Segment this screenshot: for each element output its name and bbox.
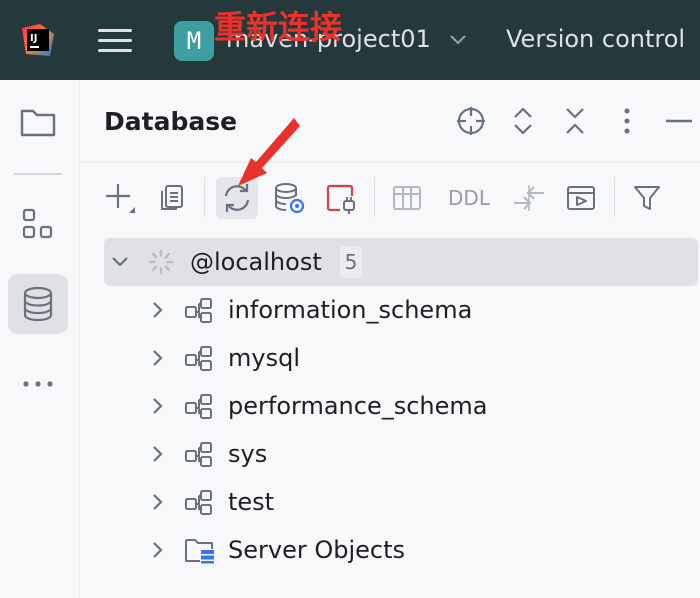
logo-text: IJ <box>30 33 37 44</box>
properties-button[interactable] <box>151 177 193 219</box>
chevron-right-icon[interactable] <box>148 444 168 464</box>
toolbar-separator <box>374 177 375 217</box>
tree-item-sys[interactable]: sys <box>104 430 698 478</box>
schema-icon <box>185 346 212 371</box>
chevron-down-icon[interactable] <box>110 252 130 272</box>
disconnect-button[interactable] <box>320 177 362 219</box>
datasource-settings-button[interactable] <box>268 177 310 219</box>
chevron-right-icon[interactable] <box>148 300 168 320</box>
tree-root-localhost[interactable]: @localhost 5 <box>104 238 698 286</box>
schema-icon <box>185 394 212 419</box>
database-settings-icon <box>275 183 305 214</box>
loading-spinner-icon <box>148 249 174 275</box>
child-count-badge: 5 <box>340 246 362 278</box>
chevron-right-icon[interactable] <box>148 348 168 368</box>
table-editor-button[interactable] <box>386 177 428 219</box>
folder-icon <box>20 109 56 137</box>
copy-properties-icon <box>161 185 183 210</box>
schema-icon <box>185 490 212 515</box>
collapse-all-button[interactable] <box>558 104 592 138</box>
tree-item-server-objects[interactable]: Server Objects <box>104 526 698 574</box>
tree-item-information-schema[interactable]: information_schema <box>104 286 698 334</box>
tree-root-label: @localhost <box>190 248 322 276</box>
locate-button[interactable] <box>454 104 488 138</box>
chevron-down-icon[interactable] <box>449 33 467 47</box>
compare-button[interactable] <box>508 177 550 219</box>
toolbar-separator <box>614 177 615 217</box>
schema-icon <box>185 442 212 467</box>
version-control-menu[interactable]: Version control <box>506 25 685 53</box>
collapse-all-icon <box>566 108 584 134</box>
filter-icon <box>634 186 660 210</box>
tree-item-label: sys <box>228 440 268 468</box>
chevron-right-icon[interactable] <box>148 492 168 512</box>
server-objects-folder-icon <box>185 539 214 564</box>
chevron-right-icon[interactable] <box>148 540 168 560</box>
plus-dropdown-icon <box>106 184 135 213</box>
project-badge[interactable]: M <box>174 21 214 61</box>
minimize-icon <box>666 119 692 123</box>
tree-item-label: performance_schema <box>228 392 488 420</box>
tree-item-label: Server Objects <box>228 536 405 564</box>
compare-arrows-icon <box>514 185 544 211</box>
structure-tool-button[interactable] <box>8 194 68 254</box>
refresh-icon <box>224 184 250 212</box>
tool-window-sidebar <box>0 80 80 598</box>
header-divider <box>80 162 700 163</box>
project-tool-button[interactable] <box>8 92 68 152</box>
ddl-label: DDL <box>448 186 490 210</box>
intellij-logo-icon[interactable]: IJ <box>20 22 56 58</box>
expand-all-icon <box>514 107 532 135</box>
console-icon <box>567 186 595 210</box>
refresh-button[interactable] <box>216 177 258 219</box>
tree-item-label: mysql <box>228 344 300 372</box>
annotation-text: 重新连接 <box>214 8 343 46</box>
disconnect-plug-icon <box>326 184 355 214</box>
more-vertical-icon <box>624 108 630 134</box>
expand-all-button[interactable] <box>506 104 540 138</box>
more-horizontal-icon <box>23 381 53 387</box>
tree-item-mysql[interactable]: mysql <box>104 334 698 382</box>
new-datasource-button[interactable] <box>99 177 141 219</box>
schema-icon <box>185 298 212 323</box>
tree-item-label: test <box>228 488 275 516</box>
structure-icon <box>22 208 53 239</box>
tree-item-label: information_schema <box>228 296 473 324</box>
filter-button[interactable] <box>626 177 668 219</box>
crosshair-icon <box>457 107 485 135</box>
sidebar-separator <box>14 173 62 175</box>
more-tools-button[interactable] <box>8 354 68 414</box>
table-grid-icon <box>393 186 421 210</box>
database-tool-button[interactable] <box>8 274 68 334</box>
main-menu-button[interactable] <box>98 26 134 56</box>
options-menu-button[interactable] <box>610 104 644 138</box>
hide-panel-button[interactable] <box>662 104 696 138</box>
panel-title: Database <box>104 107 238 136</box>
toolbar-separator <box>204 177 205 217</box>
database-icon <box>23 286 53 322</box>
tree-item-performance-schema[interactable]: performance_schema <box>104 382 698 430</box>
ddl-button[interactable]: DDL <box>444 177 494 219</box>
chevron-right-icon[interactable] <box>148 396 168 416</box>
query-console-button[interactable] <box>560 177 602 219</box>
title-bar: IJ M maven-project01 Version control <box>0 0 700 80</box>
tree-item-test[interactable]: test <box>104 478 698 526</box>
